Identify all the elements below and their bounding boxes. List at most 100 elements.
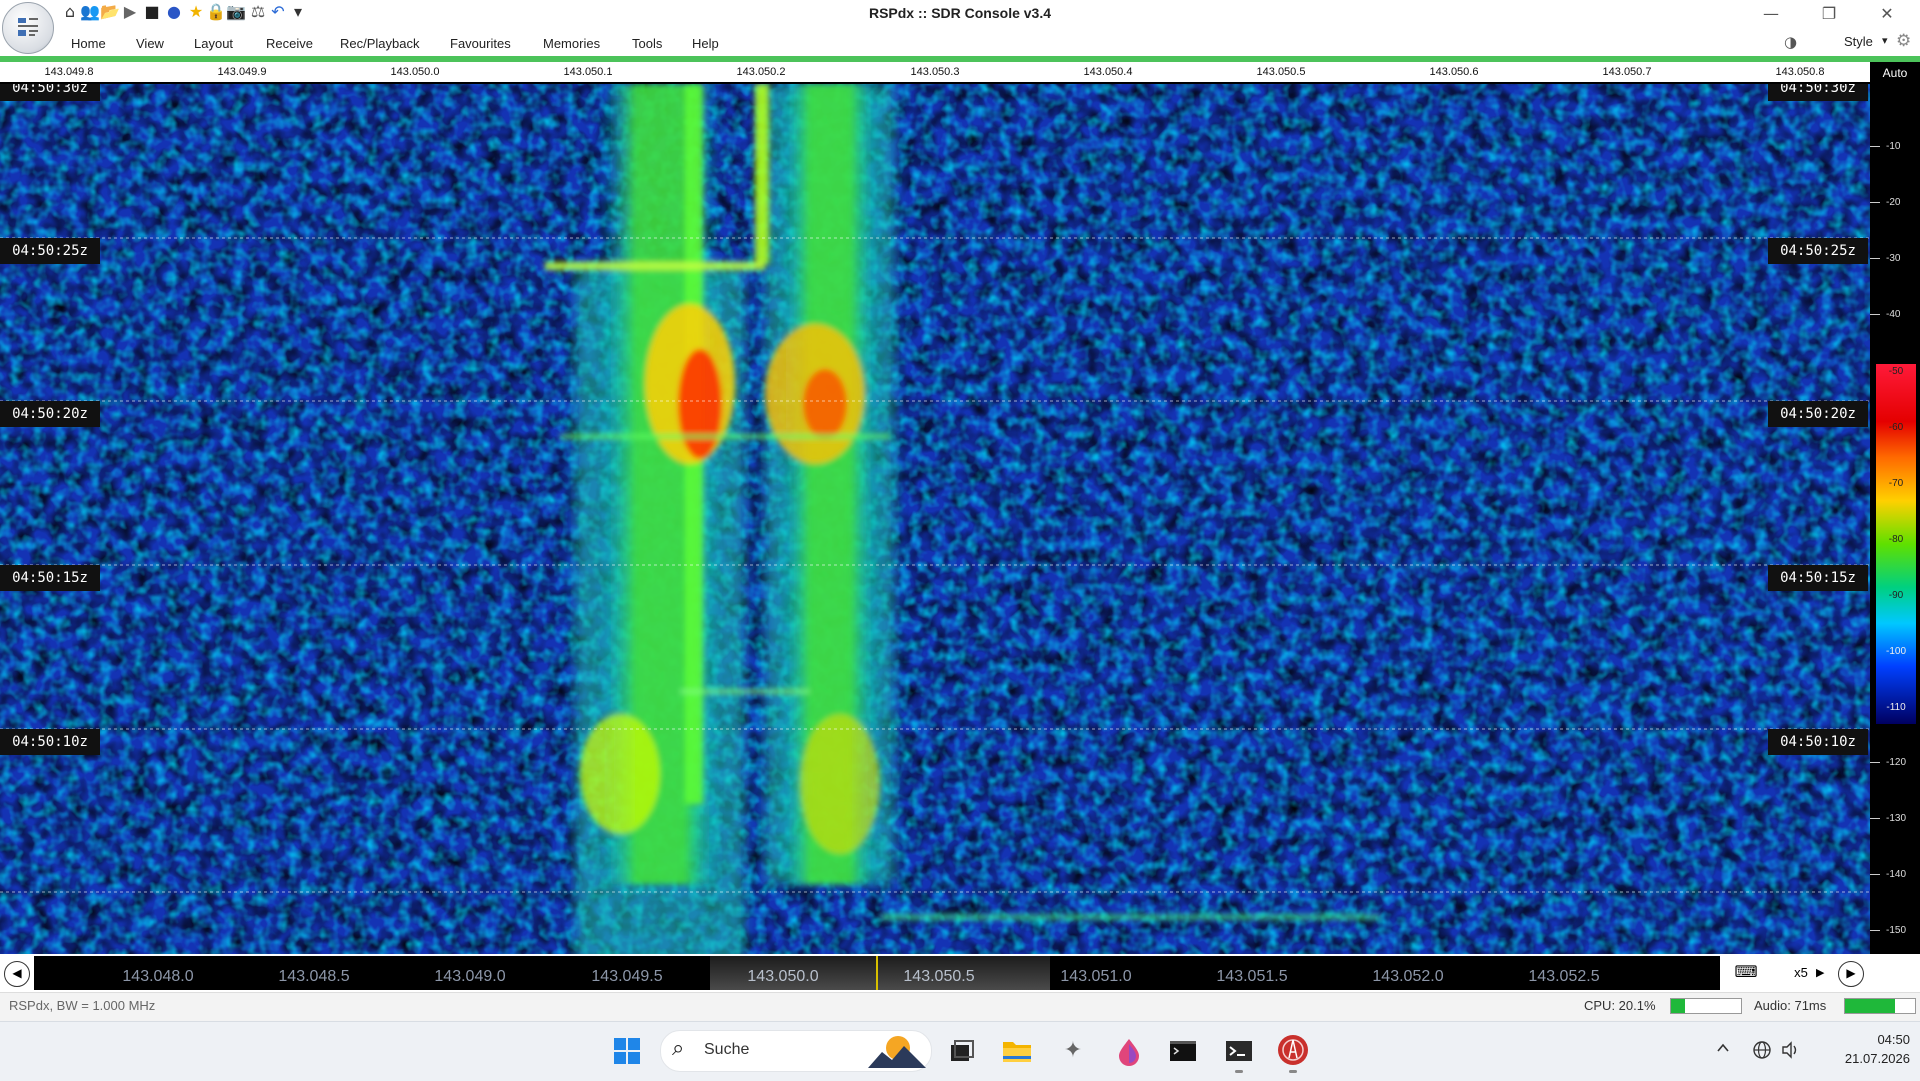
db-level-scale: -50 -60 -70 -80 -90 -100 -110 -10 -20 -3… [1870,84,1920,954]
waterfall-colorbar[interactable]: -50 -60 -70 -80 -90 -100 -110 [1876,364,1916,724]
menu-tools[interactable]: Tools [632,36,662,51]
sdr-console-icon[interactable] [1276,1034,1310,1068]
db-label: -150 [1886,925,1907,936]
style-theme-icon: ◑ [1784,33,1798,51]
minimize-button[interactable]: — [1748,0,1794,28]
app-logo-icon [18,18,38,36]
db-label: -140 [1886,869,1907,880]
play-icon[interactable]: ▶ [120,2,140,22]
top-freq-label: 143.050.4 [1083,66,1133,78]
clock-date: 21.07.2026 [1844,1051,1910,1066]
db-label: -120 [1886,757,1907,768]
top-freq-label: 143.050.8 [1775,66,1825,78]
file-explorer-icon[interactable] [1000,1034,1034,1068]
undo-icon[interactable]: ↶ [268,2,288,22]
volume-icon[interactable] [1780,1040,1800,1064]
colorbar-label: -110 [1886,702,1906,713]
top-freq-label: 143.050.5 [1256,66,1306,78]
network-globe-icon[interactable] [1752,1040,1772,1064]
menu-receive[interactable]: Receive [266,36,313,51]
colorbar-label: -50 [1888,366,1904,377]
waterfall-display[interactable]: 04:50:30z 04:50:30z 04:50:25z 04:50:25z … [0,84,1870,954]
star-icon[interactable]: ★ [186,2,206,22]
menu-help[interactable]: Help [692,36,719,51]
audio-meter [1844,998,1916,1014]
command-prompt-icon[interactable] [1222,1034,1256,1068]
colorbar-label: -70 [1888,478,1904,489]
device-status: RSPdx, BW = 1.000 MHz [9,998,156,1013]
top-freq-label: 143.050.3 [910,66,960,78]
menu-layout[interactable]: Layout [194,36,233,51]
db-label: -40 [1886,309,1901,320]
timestamp-right: 04:50:10z [1768,729,1868,755]
bottom-freq-label: 143.049.0 [434,968,506,985]
zoom-arrow-icon[interactable]: ▶ [1816,962,1828,984]
satellite-icon[interactable]: ✦ [1056,1034,1090,1068]
task-view-icon[interactable] [944,1034,978,1068]
auto-level-button[interactable]: Auto [1870,62,1920,84]
top-freq-label: 143.050.6 [1429,66,1479,78]
camera-icon[interactable]: 📷 [226,2,246,22]
audio-status: Audio: 71ms [1754,998,1827,1013]
center-frequency-marker [876,956,878,990]
search-icon: ⌕ [672,1036,685,1061]
scroll-left-button[interactable]: ◀ [4,961,30,987]
terminal-icon[interactable] [1166,1034,1200,1068]
waterfall-spectrogram [0,84,1870,954]
scroll-right-button[interactable]: ▶ [1838,961,1864,987]
record-icon[interactable]: ● [164,2,184,22]
dropdown-icon[interactable]: ▾ [288,2,308,22]
menu-favourites[interactable]: Favourites [450,36,511,51]
db-label: -10 [1886,141,1901,152]
top-freq-label: 143.049.9 [217,66,267,78]
top-frequency-scale: 143.049.8 143.049.9 143.050.0 143.050.1 … [0,62,1870,84]
weight-icon[interactable]: ⚖ [248,2,268,22]
close-button[interactable]: ✕ [1864,0,1910,28]
top-freq-label: 143.049.8 [44,66,94,78]
bottom-freq-label: 143.052.5 [1528,968,1600,985]
search-highlight-landscape-icon [868,1036,926,1068]
bottom-freq-label: 143.051.0 [1060,968,1132,985]
bottom-freq-label: 143.050.0 [747,968,819,985]
bottom-freq-label: 143.050.5 [903,968,975,985]
style-dropdown-icon[interactable]: ▾ [1882,34,1888,47]
timestamp-right: 04:50:20z [1768,401,1868,427]
home-icon[interactable]: ⌂ [60,2,80,22]
settings-gear-icon[interactable]: ⚙ [1896,31,1911,51]
keyboard-icon[interactable]: ⌨ [1728,962,1764,984]
bottom-freq-label: 143.049.5 [591,968,663,985]
menu-memories[interactable]: Memories [543,36,600,51]
paint-drop-icon[interactable] [1112,1034,1146,1068]
system-clock[interactable]: 04:50 21.07.2026 [1800,1030,1910,1068]
colorbar-label: -80 [1888,534,1904,545]
running-indicator [1289,1070,1297,1073]
colorbar-label: -100 [1885,646,1906,657]
menu-home[interactable]: Home [71,36,106,51]
timestamp-left: 04:50:25z [0,238,100,264]
cpu-status: CPU: 20.1% [1584,998,1656,1013]
users-icon[interactable]: 👥 [80,2,100,22]
stop-icon[interactable]: ■ [142,2,162,22]
application-menu-button[interactable] [2,2,54,54]
restore-button[interactable]: ❐ [1806,0,1852,28]
windows-start-icon[interactable] [610,1034,644,1068]
top-freq-label: 143.050.7 [1602,66,1652,78]
folder-icon[interactable]: 📂 [100,2,120,22]
bottom-freq-label: 143.048.0 [122,968,194,985]
timestamp-right: 04:50:15z [1768,565,1868,591]
menu-rec-playback[interactable]: Rec/Playback [340,36,419,51]
bottom-frequency-scale[interactable]: 143.048.0 143.048.5 143.049.0 143.049.5 … [34,956,1720,990]
style-menu[interactable]: Style [1844,34,1873,49]
tray-overflow-chevron-icon[interactable] [1715,1040,1731,1060]
db-label: -20 [1886,197,1901,208]
running-indicator [1235,1070,1243,1073]
lock-icon[interactable]: 🔒 [206,2,226,22]
menu-view[interactable]: View [136,36,164,51]
db-label: -130 [1886,813,1907,824]
db-label: -30 [1886,253,1901,264]
clock-time: 04:50 [1877,1032,1910,1047]
colorbar-label: -90 [1888,590,1904,601]
timestamp-right: 04:50:30z [1768,84,1868,101]
top-freq-label: 143.050.1 [563,66,613,78]
bottom-freq-label: 143.048.5 [278,968,350,985]
